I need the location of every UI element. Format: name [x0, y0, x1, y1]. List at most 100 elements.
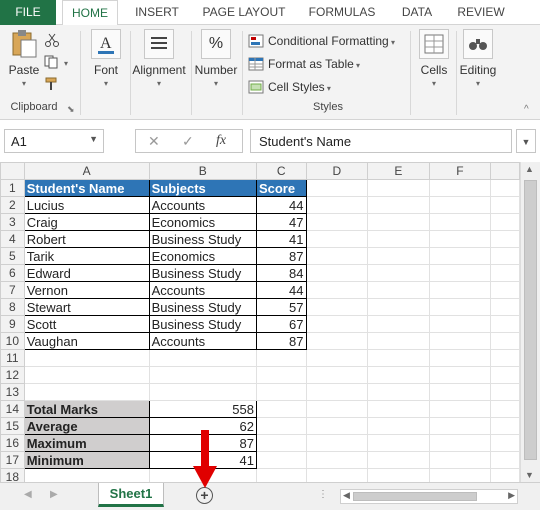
cancel-icon[interactable]: ✕ [148, 133, 160, 150]
row-header[interactable]: 14 [0, 400, 25, 418]
cell[interactable] [305, 179, 369, 197]
cell[interactable] [490, 383, 520, 401]
cell[interactable] [428, 315, 492, 333]
cell[interactable] [255, 468, 307, 482]
number-button[interactable]: % Number ▾ [194, 29, 238, 88]
row-header[interactable]: 10 [0, 332, 25, 350]
cell[interactable] [305, 366, 369, 384]
scroll-up-icon[interactable]: ▲ [525, 164, 534, 174]
cell[interactable] [255, 434, 307, 452]
cell[interactable] [305, 468, 369, 482]
tab-home[interactable]: HOME [62, 0, 118, 26]
cell[interactable] [428, 196, 492, 214]
subject-cell[interactable]: Business Study [148, 264, 257, 282]
cell[interactable] [490, 281, 520, 299]
paste-button[interactable]: Paste ▾ [6, 29, 42, 88]
sheet-table[interactable]: A B C D E F 1 Student's Name Subjects Sc… [0, 162, 520, 482]
cell[interactable] [148, 366, 257, 384]
score-cell[interactable]: 87 [255, 332, 307, 350]
header-cell-subjects[interactable]: Subjects [148, 179, 257, 197]
column-header-g[interactable] [490, 162, 520, 180]
cell[interactable] [490, 400, 520, 418]
cell[interactable] [305, 298, 369, 316]
cell[interactable] [367, 247, 430, 265]
cell[interactable] [428, 247, 492, 265]
cell[interactable] [305, 434, 369, 452]
row-header[interactable]: 8 [0, 298, 25, 316]
name-cell[interactable]: Lucius [23, 196, 150, 214]
score-cell[interactable]: 41 [255, 230, 307, 248]
cell[interactable] [367, 417, 430, 435]
row-header[interactable]: 3 [0, 213, 25, 231]
formula-input[interactable]: Student's Name [250, 129, 512, 153]
row-header[interactable]: 13 [0, 383, 25, 401]
cell[interactable] [305, 451, 369, 469]
chevron-down-icon[interactable]: ▼ [89, 134, 98, 144]
cell[interactable] [255, 451, 307, 469]
cell-styles-button[interactable]: Cell Styles ▾ [248, 78, 331, 96]
row-header[interactable]: 7 [0, 281, 25, 299]
tab-review[interactable]: REVIEW [450, 0, 512, 25]
score-cell[interactable]: 44 [255, 196, 307, 214]
column-header-d[interactable]: D [305, 162, 369, 180]
select-all-corner[interactable] [0, 162, 25, 180]
score-cell[interactable]: 87 [255, 247, 307, 265]
name-cell[interactable]: Craig [23, 213, 150, 231]
cell[interactable] [367, 400, 430, 418]
subject-cell[interactable]: Business Study [148, 298, 257, 316]
cell[interactable] [305, 417, 369, 435]
subject-cell[interactable]: Accounts [148, 196, 257, 214]
cell[interactable] [428, 264, 492, 282]
cell[interactable] [428, 451, 492, 469]
name-cell[interactable]: Edward [23, 264, 150, 282]
cell[interactable] [148, 349, 257, 367]
row-header[interactable]: 4 [0, 230, 25, 248]
next-sheet-icon[interactable]: ▶ [50, 489, 58, 500]
cell[interactable] [490, 332, 520, 350]
conditional-formatting-button[interactable]: Conditional Formatting ▾ [248, 32, 395, 50]
row-header[interactable]: 17 [0, 451, 25, 469]
cell[interactable] [428, 332, 492, 350]
name-cell[interactable]: Scott [23, 315, 150, 333]
cell[interactable] [367, 179, 430, 197]
cell[interactable] [367, 196, 430, 214]
cell[interactable] [367, 298, 430, 316]
fx-icon[interactable]: fx [216, 133, 226, 149]
name-cell[interactable]: Vernon [23, 281, 150, 299]
more-options-icon[interactable]: ⋮ [318, 489, 328, 500]
copy-button[interactable]: ▾ [44, 53, 68, 71]
score-cell[interactable]: 67 [255, 315, 307, 333]
cell[interactable] [490, 179, 520, 197]
cell[interactable] [23, 349, 150, 367]
scroll-left-icon[interactable]: ◀ [343, 490, 350, 501]
cell[interactable] [148, 383, 257, 401]
editing-button[interactable]: Editing ▾ [458, 29, 498, 88]
cell[interactable] [23, 468, 150, 482]
row-header[interactable]: 15 [0, 417, 25, 435]
cell[interactable] [428, 179, 492, 197]
cell[interactable] [490, 451, 520, 469]
cell[interactable] [255, 366, 307, 384]
cell[interactable] [367, 281, 430, 299]
alignment-button[interactable]: Alignment ▾ [130, 29, 188, 88]
sheet-tab-sheet1[interactable]: Sheet1 [98, 483, 164, 507]
cell[interactable] [23, 366, 150, 384]
expand-formula-bar-icon[interactable]: ▼ [516, 129, 536, 153]
dialog-launcher-icon[interactable]: ⬊ [67, 104, 75, 115]
scroll-down-icon[interactable]: ▼ [525, 470, 534, 480]
tab-page-layout[interactable]: PAGE LAYOUT [196, 0, 292, 25]
column-header-f[interactable]: F [428, 162, 492, 180]
cell[interactable] [428, 281, 492, 299]
cell[interactable] [490, 230, 520, 248]
cell[interactable] [428, 434, 492, 452]
cell[interactable] [428, 213, 492, 231]
subject-cell[interactable]: Economics [148, 247, 257, 265]
summary-label-cell[interactable]: Average [23, 417, 150, 435]
cell[interactable] [428, 417, 492, 435]
summary-label-cell[interactable]: Total Marks [23, 400, 150, 418]
column-header-b[interactable]: B [148, 162, 257, 180]
cell[interactable] [305, 383, 369, 401]
cell[interactable] [490, 196, 520, 214]
cell[interactable] [490, 298, 520, 316]
cell[interactable] [255, 349, 307, 367]
